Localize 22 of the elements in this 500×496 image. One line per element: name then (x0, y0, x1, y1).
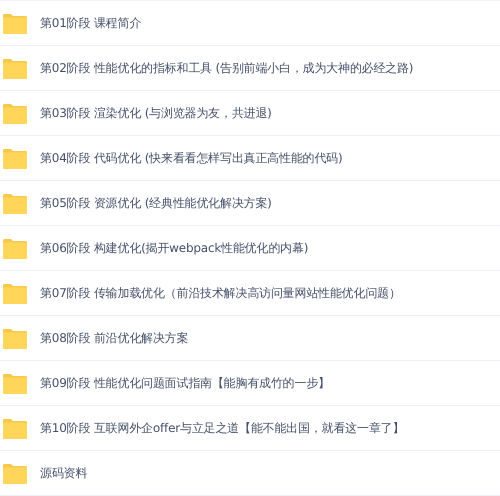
folder-name[interactable]: 第01阶段 课程简介 (40, 14, 142, 32)
folder-name[interactable]: 第05阶段 资源优化 (经典性能优化解决方案) (40, 194, 272, 212)
folder-icon (2, 418, 28, 438)
folder-icon (2, 192, 28, 214)
folder-name[interactable]: 源码资料 (40, 464, 88, 482)
folder-name[interactable]: 第08阶段 前沿优化解决方案 (40, 330, 188, 346)
folder-name[interactable]: 第07阶段 传输加载优化（前沿技术解决高访问量网站性能优化问题） (40, 284, 401, 302)
folder-icon (2, 462, 28, 484)
folder-name[interactable]: 第06阶段 构建优化(揭开webpack性能优化的内幕) (40, 240, 308, 256)
folder-name[interactable]: 第02阶段 性能优化的指标和工具 (告别前端小白，成为大神的必经之路) (40, 60, 414, 76)
folder-icon (2, 58, 28, 78)
folder-icon (2, 148, 28, 168)
folder-icon (2, 328, 28, 348)
folder-name[interactable]: 第03阶段 渲染优化 (与浏览器为友，共进退) (40, 104, 272, 122)
folder-icon (2, 372, 28, 394)
folder-name[interactable]: 第10阶段 互联网外企offer与立足之道【能不能出国，就看这一章了】 (40, 420, 404, 436)
folder-icon (2, 282, 28, 304)
folder-name[interactable]: 第09阶段 性能优化问题面试指南【能胸有成竹的一步】 (40, 374, 330, 392)
folder-icon (2, 238, 28, 258)
folder-name[interactable]: 第04阶段 代码优化 (快来看看怎样写出真正高性能的代码) (40, 150, 342, 166)
folder-icon (2, 12, 28, 34)
folder-icon (2, 102, 28, 124)
